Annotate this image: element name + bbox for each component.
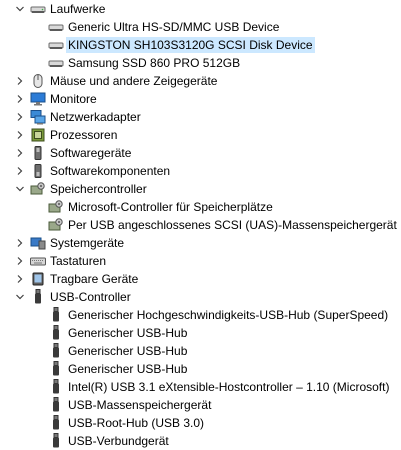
tree-item-label: Generischer USB-Hub xyxy=(68,326,188,340)
tree-item[interactable]: Generischer USB-Hub xyxy=(0,360,401,378)
processor-icon xyxy=(30,127,46,143)
network-adapter-icon xyxy=(30,109,46,125)
expand-chevron-icon[interactable] xyxy=(14,237,26,249)
device-tree[interactable]: Laufwerke Generic Ultra HS-SD/MMC USB Dev… xyxy=(0,0,401,450)
tree-item[interactable]: USB-Root-Hub (USB 3.0) xyxy=(0,414,401,432)
usb-icon xyxy=(48,307,64,323)
usb-icon xyxy=(48,415,64,431)
tree-item-label: Generischer USB-Hub xyxy=(68,344,188,358)
tree-item-label: Mäuse und andere Zeigegeräte xyxy=(50,74,218,88)
tree-category[interactable]: USB-Controller xyxy=(0,288,401,306)
usb-icon xyxy=(48,433,64,449)
tree-item-label: KINGSTON SH103S3120G SCSI Disk Device xyxy=(66,37,315,53)
tree-category[interactable]: Prozessoren xyxy=(0,126,401,144)
tree-item-label: Per USB angeschlossenes SCSI (UAS)-Masse… xyxy=(68,218,397,232)
tree-item-label: USB-Verbundgerät xyxy=(68,434,169,448)
tree-item-label: Netzwerkadapter xyxy=(50,110,141,124)
tree-item-label: Microsoft-Controller für Speicherplätze xyxy=(68,200,273,214)
expand-chevron-icon[interactable] xyxy=(14,111,26,123)
tree-category[interactable]: Laufwerke xyxy=(0,0,401,18)
disk-drive-icon xyxy=(48,37,64,53)
tree-item[interactable]: Generischer USB-Hub xyxy=(0,342,401,360)
usb-icon xyxy=(48,325,64,341)
usb-icon xyxy=(48,343,64,359)
tree-item[interactable]: Microsoft-Controller für Speicherplätze xyxy=(0,198,401,216)
mouse-icon xyxy=(30,73,46,89)
tree-item[interactable]: Per USB angeschlossenes SCSI (UAS)-Masse… xyxy=(0,216,401,234)
expand-chevron-icon[interactable] xyxy=(14,273,26,285)
tree-item[interactable]: Generischer USB-Hub xyxy=(0,324,401,342)
tree-category[interactable]: Softwaregeräte xyxy=(0,144,401,162)
disk-drive-icon xyxy=(48,19,64,35)
tree-category[interactable]: Speichercontroller xyxy=(0,180,401,198)
disk-drive-icon xyxy=(48,55,64,71)
expand-chevron-icon[interactable] xyxy=(14,93,26,105)
usb-icon xyxy=(30,289,46,305)
tree-item-label: Intel(R) USB 3.1 eXtensible-Hostcontroll… xyxy=(68,380,390,394)
collapse-chevron-icon[interactable] xyxy=(14,183,26,195)
storage-controller-icon xyxy=(48,199,64,215)
monitor-icon xyxy=(30,91,46,107)
tree-item-label: Generischer Hochgeschwindigkeits-USB-Hub… xyxy=(68,308,389,322)
tree-item-label: Prozessoren xyxy=(50,128,118,142)
collapse-chevron-icon[interactable] xyxy=(14,3,26,15)
software-device-icon xyxy=(30,145,46,161)
portable-device-icon xyxy=(30,271,46,287)
expand-chevron-icon[interactable] xyxy=(14,147,26,159)
tree-item[interactable]: USB-Massenspeichergerät xyxy=(0,396,401,414)
tree-item-label: Speichercontroller xyxy=(50,182,147,196)
tree-item[interactable]: Generischer Hochgeschwindigkeits-USB-Hub… xyxy=(0,306,401,324)
tree-item[interactable]: KINGSTON SH103S3120G SCSI Disk Device xyxy=(0,36,401,54)
tree-item-label: Softwaregeräte xyxy=(50,146,132,160)
system-device-icon xyxy=(30,235,46,251)
tree-item[interactable]: Samsung SSD 860 PRO 512GB xyxy=(0,54,401,72)
storage-controller-icon xyxy=(48,217,64,233)
tree-item-label: USB-Massenspeichergerät xyxy=(68,398,212,412)
tree-item-label: Generischer USB-Hub xyxy=(68,362,188,376)
tree-item-label: Tragbare Geräte xyxy=(50,272,139,286)
storage-controller-icon xyxy=(30,181,46,197)
tree-item[interactable]: USB-Verbundgerät xyxy=(0,432,401,450)
tree-category[interactable]: Systemgeräte xyxy=(0,234,401,252)
tree-item-label: USB-Root-Hub (USB 3.0) xyxy=(68,416,205,430)
tree-item[interactable]: Generic Ultra HS-SD/MMC USB Device xyxy=(0,18,401,36)
keyboard-icon xyxy=(30,253,46,269)
tree-item[interactable]: Intel(R) USB 3.1 eXtensible-Hostcontroll… xyxy=(0,378,401,396)
usb-icon xyxy=(48,379,64,395)
tree-category[interactable]: Monitore xyxy=(0,90,401,108)
tree-category[interactable]: Tragbare Geräte xyxy=(0,270,401,288)
tree-category[interactable]: Netzwerkadapter xyxy=(0,108,401,126)
tree-item-label: Samsung SSD 860 PRO 512GB xyxy=(68,56,241,70)
tree-item-label: Laufwerke xyxy=(50,2,106,16)
expand-chevron-icon[interactable] xyxy=(14,129,26,141)
tree-item-label: Tastaturen xyxy=(50,254,107,268)
tree-item-label: USB-Controller xyxy=(50,290,131,304)
expand-chevron-icon[interactable] xyxy=(14,75,26,87)
tree-item-label: Systemgeräte xyxy=(50,236,125,250)
tree-item-label: Monitore xyxy=(50,92,97,106)
collapse-chevron-icon[interactable] xyxy=(14,291,26,303)
tree-item-label: Softwarekomponenten xyxy=(50,164,171,178)
software-component-icon xyxy=(30,163,46,179)
expand-chevron-icon[interactable] xyxy=(14,165,26,177)
tree-category[interactable]: Tastaturen xyxy=(0,252,401,270)
usb-icon xyxy=(48,397,64,413)
tree-item-label: Generic Ultra HS-SD/MMC USB Device xyxy=(68,20,280,34)
drive-category-icon xyxy=(30,1,46,17)
expand-chevron-icon[interactable] xyxy=(14,255,26,267)
tree-category[interactable]: Mäuse und andere Zeigegeräte xyxy=(0,72,401,90)
usb-icon xyxy=(48,361,64,377)
tree-category[interactable]: Softwarekomponenten xyxy=(0,162,401,180)
